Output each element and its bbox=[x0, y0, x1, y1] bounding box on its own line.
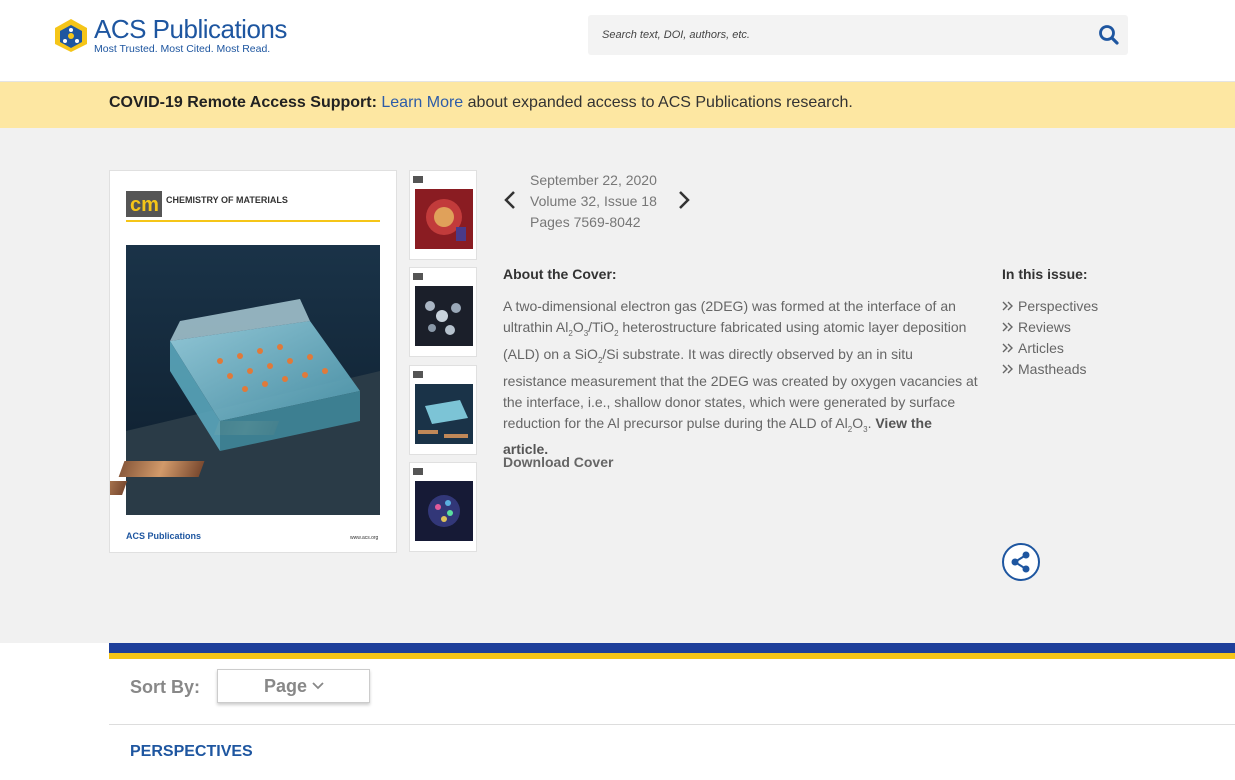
banner-bold-text: COVID-19 Remote Access Support: bbox=[109, 94, 377, 111]
next-issue-arrow-icon[interactable] bbox=[676, 190, 692, 215]
acs-hexagon-icon bbox=[52, 17, 90, 53]
section-divider bbox=[109, 724, 1235, 725]
cover-url: www.acs.org bbox=[350, 535, 379, 541]
about-cover-text: A two-dimensional electron gas (2DEG) wa… bbox=[503, 298, 978, 458]
chevron-down-icon bbox=[312, 682, 324, 690]
issue-date: September 22, 2020 bbox=[530, 172, 657, 188]
issue-pages: Pages 7569-8042 bbox=[530, 214, 641, 230]
double-chevron-right-icon bbox=[1002, 296, 1016, 317]
in-this-issue-list: Perspectives Reviews Articles Mastheads bbox=[1002, 296, 1098, 380]
issue-link-perspectives[interactable]: Perspectives bbox=[1002, 296, 1098, 317]
search-bar bbox=[588, 15, 1128, 55]
cover-thumbnail-2[interactable] bbox=[409, 267, 477, 357]
banner-text: about expanded access to ACS Publication… bbox=[467, 94, 853, 111]
in-this-issue-heading: In this issue: bbox=[1002, 266, 1088, 282]
sort-dropdown[interactable]: Page bbox=[217, 669, 370, 703]
download-cover-link[interactable]: Download Cover bbox=[503, 454, 613, 470]
covid-banner: COVID-19 Remote Access Support: Learn Mo… bbox=[0, 82, 1235, 128]
issue-link-mastheads[interactable]: Mastheads bbox=[1002, 359, 1098, 380]
logo-title: ACS Publications bbox=[94, 14, 287, 44]
cover-thumbnail-4[interactable] bbox=[409, 462, 477, 552]
share-button[interactable] bbox=[1002, 543, 1040, 581]
sort-selected-value: Page bbox=[264, 676, 308, 696]
acs-logo[interactable]: ACS Publications Most Trusted. Most Cite… bbox=[52, 16, 287, 55]
double-chevron-right-icon bbox=[1002, 359, 1016, 380]
cover-image[interactable]: cm CHEMISTRY OF MATERIALS ACS Publicatio… bbox=[26, 170, 397, 553]
double-chevron-right-icon bbox=[1002, 317, 1016, 338]
search-button[interactable] bbox=[1096, 23, 1122, 47]
section-heading-perspectives: PERSPECTIVES bbox=[130, 743, 253, 760]
previous-issue-arrow-icon[interactable] bbox=[502, 190, 518, 215]
search-input[interactable] bbox=[602, 25, 1082, 45]
cover-journal-abbr: cm bbox=[130, 194, 159, 216]
site-header: ACS Publications Most Trusted. Most Cite… bbox=[0, 0, 1235, 82]
cover-journal-name: CHEMISTRY OF MATERIALS bbox=[166, 195, 288, 205]
cover-thumbnail-3[interactable] bbox=[409, 365, 477, 455]
issue-link-articles[interactable]: Articles bbox=[1002, 338, 1098, 359]
cover-thumbnail-1[interactable] bbox=[409, 170, 477, 260]
learn-more-link[interactable]: Learn More bbox=[381, 94, 463, 111]
divider-stripe-gold bbox=[109, 653, 1235, 659]
about-cover-heading: About the Cover: bbox=[503, 266, 617, 282]
issue-volume: Volume 32, Issue 18 bbox=[530, 193, 657, 209]
divider-stripe-blue bbox=[109, 643, 1235, 653]
view-article-link[interactable]: View the article. bbox=[503, 415, 932, 458]
share-icon bbox=[1011, 551, 1030, 573]
sort-by-label: Sort By: bbox=[130, 677, 201, 697]
issue-link-reviews[interactable]: Reviews bbox=[1002, 317, 1098, 338]
search-icon bbox=[1099, 25, 1119, 45]
cover-publisher: ACS Publications bbox=[126, 531, 201, 541]
logo-tagline: Most Trusted. Most Cited. Most Read. bbox=[94, 43, 271, 55]
double-chevron-right-icon bbox=[1002, 338, 1016, 359]
